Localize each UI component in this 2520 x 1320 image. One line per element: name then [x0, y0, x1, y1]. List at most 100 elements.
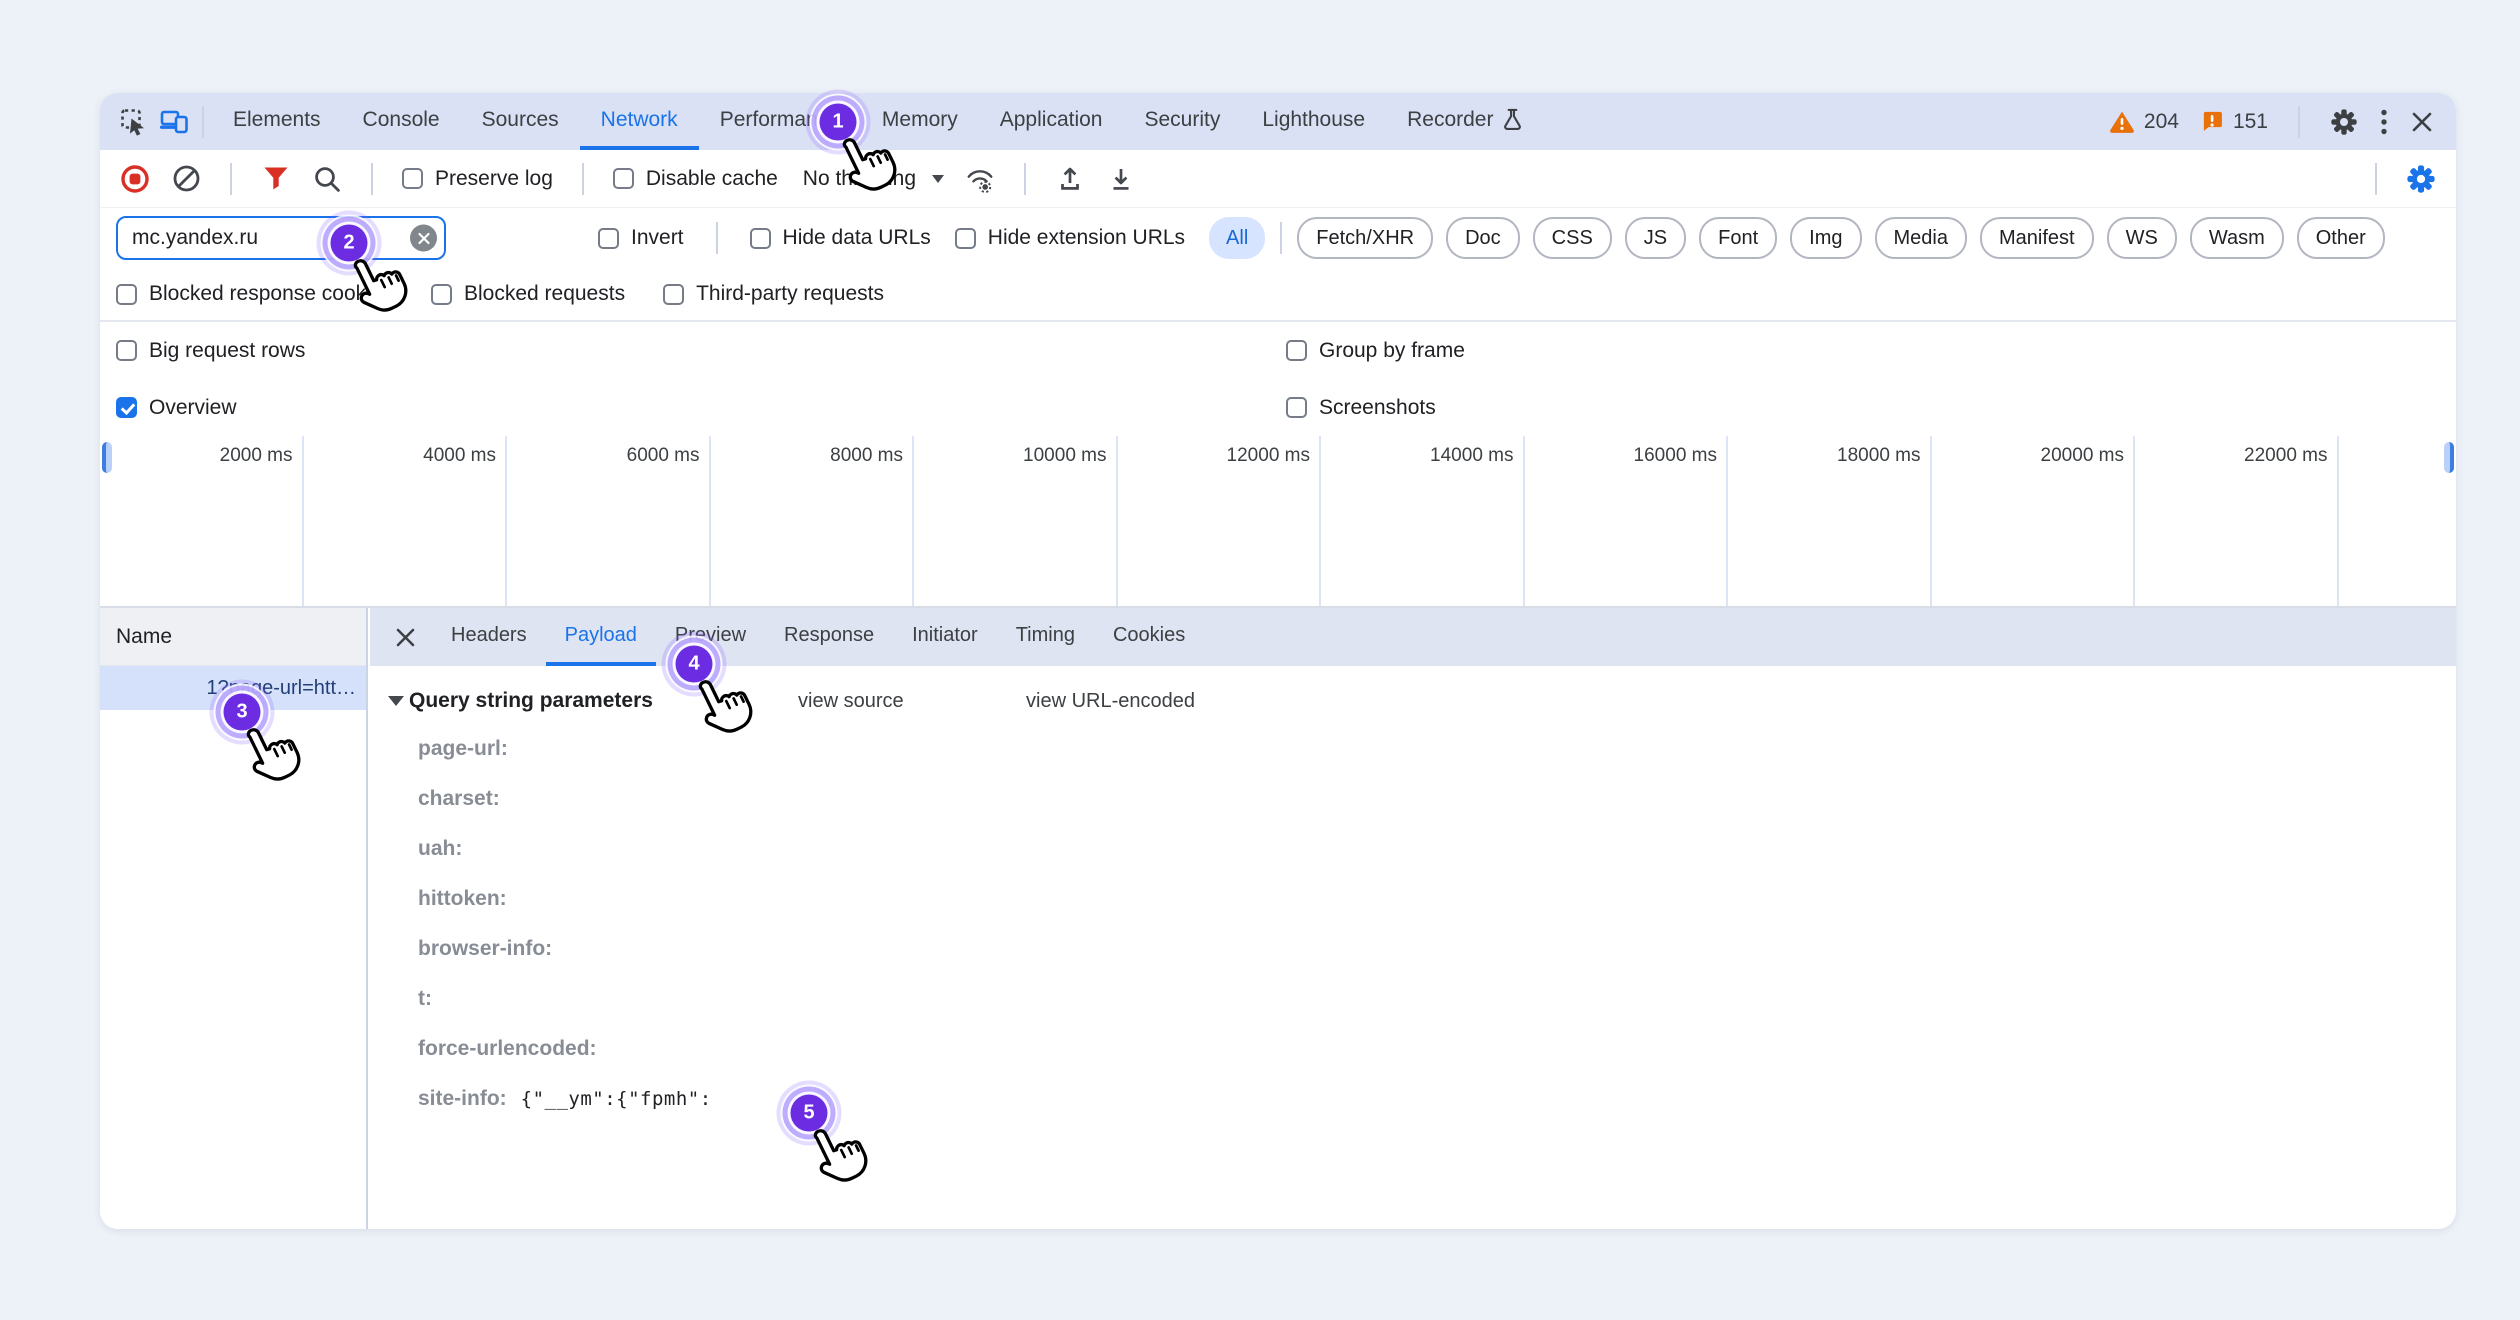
timeline-segment: 14000 ms — [1321, 436, 1525, 606]
filter-pill-fetch-xhr[interactable]: Fetch/XHR — [1297, 217, 1433, 259]
network-toolbar: Preserve log Disable cache No throttling — [100, 150, 2456, 208]
search-icon[interactable] — [312, 164, 342, 194]
tab-lighthouse[interactable]: Lighthouse — [1241, 93, 1386, 150]
filter-pill-manifest[interactable]: Manifest — [1980, 217, 2094, 259]
import-har-icon[interactable] — [1055, 164, 1085, 194]
request-type-filters: All Fetch/XHR Doc CSS JS Font Img Media … — [1209, 217, 2385, 259]
big-request-rows-checkbox[interactable]: Big request rows — [116, 339, 305, 363]
filter-pill-img[interactable]: Img — [1790, 217, 1861, 259]
tab-application[interactable]: Application — [979, 93, 1124, 150]
checkbox-unchecked — [1286, 397, 1307, 418]
filter-pill-font[interactable]: Font — [1699, 217, 1777, 259]
filter-bar: Invert Hide data URLs Hide extension URL… — [100, 208, 2456, 268]
hand-cursor-icon — [345, 249, 411, 321]
collapse-triangle-icon[interactable] — [388, 696, 404, 706]
divider — [371, 163, 373, 195]
export-har-icon[interactable] — [1106, 164, 1136, 194]
name-column-header[interactable]: Name — [100, 608, 366, 666]
param-row: t: — [388, 974, 2456, 1024]
checkbox-unchecked — [431, 284, 452, 305]
checkbox-unchecked — [750, 228, 771, 249]
detail-tab-cookies[interactable]: Cookies — [1094, 608, 1204, 666]
timeline-right-handle[interactable] — [2444, 442, 2454, 473]
filter-pill-wasm[interactable]: Wasm — [2190, 217, 2284, 259]
filter-pill-other[interactable]: Other — [2297, 217, 2385, 259]
devtools-tabbar: Elements Console Sources Network Perform… — [100, 93, 2456, 150]
inspect-element-icon[interactable] — [114, 102, 154, 142]
checkbox-unchecked — [1286, 340, 1307, 361]
hide-data-urls-checkbox[interactable]: Hide data URLs — [750, 226, 931, 250]
detail-tab-response[interactable]: Response — [765, 608, 893, 666]
param-row: browser-info: — [388, 924, 2456, 974]
checkbox-unchecked — [613, 168, 634, 189]
tab-sources[interactable]: Sources — [461, 93, 580, 150]
detail-tab-initiator[interactable]: Initiator — [893, 608, 997, 666]
view-url-encoded-link[interactable]: view URL-encoded — [1026, 690, 1195, 713]
divider — [230, 163, 232, 195]
timeline-segment: 18000 ms — [1728, 436, 1932, 606]
divider — [2375, 163, 2377, 195]
param-row: hittoken: — [388, 874, 2456, 924]
checkbox-unchecked — [955, 228, 976, 249]
filter-pill-ws[interactable]: WS — [2107, 217, 2177, 259]
devtools-settings-icon[interactable] — [2330, 108, 2358, 136]
tab-elements[interactable]: Elements — [212, 93, 342, 150]
preserve-log-checkbox[interactable]: Preserve log — [402, 167, 553, 191]
detail-tab-timing[interactable]: Timing — [997, 608, 1094, 666]
disable-cache-checkbox[interactable]: Disable cache — [613, 167, 778, 191]
view-source-link[interactable]: view source — [798, 690, 904, 713]
network-overview-timeline[interactable]: 2000 ms 4000 ms 6000 ms 8000 ms 10000 ms… — [100, 436, 2456, 608]
screenshots-checkbox[interactable]: Screenshots — [1286, 396, 1436, 420]
filter-icon[interactable] — [261, 164, 291, 194]
detail-tab-headers[interactable]: Headers — [432, 608, 546, 666]
divider — [1024, 163, 1026, 195]
overview-checkbox[interactable]: Overview — [116, 396, 237, 420]
devtools-window: Elements Console Sources Network Perform… — [100, 93, 2456, 1229]
kebab-menu-icon[interactable] — [2380, 108, 2388, 136]
tab-recorder[interactable]: Recorder — [1386, 93, 1544, 150]
close-detail-icon[interactable] — [388, 620, 422, 654]
timeline-segment: 4000 ms — [304, 436, 508, 606]
filter-pill-all[interactable]: All — [1209, 217, 1265, 259]
tab-network[interactable]: Network — [580, 93, 699, 150]
filter-pill-js[interactable]: JS — [1625, 217, 1686, 259]
divider — [716, 222, 718, 254]
hand-cursor-icon — [238, 718, 304, 790]
filter-pill-doc[interactable]: Doc — [1446, 217, 1520, 259]
warnings-counter[interactable]: 204 — [2109, 110, 2179, 134]
network-conditions-icon[interactable] — [965, 164, 995, 194]
group-by-frame-checkbox[interactable]: Group by frame — [1286, 339, 1465, 363]
blocked-requests-checkbox[interactable]: Blocked requests — [431, 282, 625, 306]
timeline-left-handle[interactable] — [102, 442, 112, 473]
param-row: charset: — [388, 774, 2456, 824]
hand-cursor-icon — [805, 1119, 871, 1191]
timeline-segment: 10000 ms — [914, 436, 1118, 606]
filter-pill-media[interactable]: Media — [1875, 217, 1967, 259]
record-network-log-icon[interactable] — [120, 164, 150, 194]
param-row: uah: — [388, 824, 2456, 874]
divider — [202, 106, 204, 138]
divider — [582, 163, 584, 195]
clear-network-log-icon[interactable] — [171, 164, 201, 194]
timeline-segment: 8000 ms — [711, 436, 915, 606]
detail-tab-payload[interactable]: Payload — [546, 608, 656, 666]
timeline-segment: 20000 ms — [1932, 436, 2136, 606]
filter-pill-css[interactable]: CSS — [1533, 217, 1612, 259]
timeline-segment: 22000 ms — [2135, 436, 2339, 606]
issues-counter[interactable]: 151 — [2201, 110, 2268, 134]
third-party-requests-checkbox[interactable]: Third-party requests — [663, 282, 884, 306]
close-devtools-icon[interactable] — [2410, 110, 2434, 134]
device-toolbar-icon[interactable] — [154, 102, 194, 142]
timeline-segment: 2000 ms — [100, 436, 304, 606]
hide-extension-urls-checkbox[interactable]: Hide extension URLs — [955, 226, 1185, 250]
timeline-segment — [2339, 436, 2457, 606]
tab-security[interactable]: Security — [1123, 93, 1241, 150]
divider — [1280, 222, 1282, 254]
param-row: force-urlencoded: — [388, 1024, 2456, 1074]
param-row: site-info: {"__ym":{"fpmh": — [388, 1074, 2456, 1124]
payload-content: Query string parameters view source view… — [370, 666, 2456, 1124]
tab-console[interactable]: Console — [342, 93, 461, 150]
network-settings-icon[interactable] — [2406, 164, 2436, 194]
invert-checkbox[interactable]: Invert — [598, 226, 684, 250]
clear-filter-icon[interactable] — [410, 225, 437, 252]
